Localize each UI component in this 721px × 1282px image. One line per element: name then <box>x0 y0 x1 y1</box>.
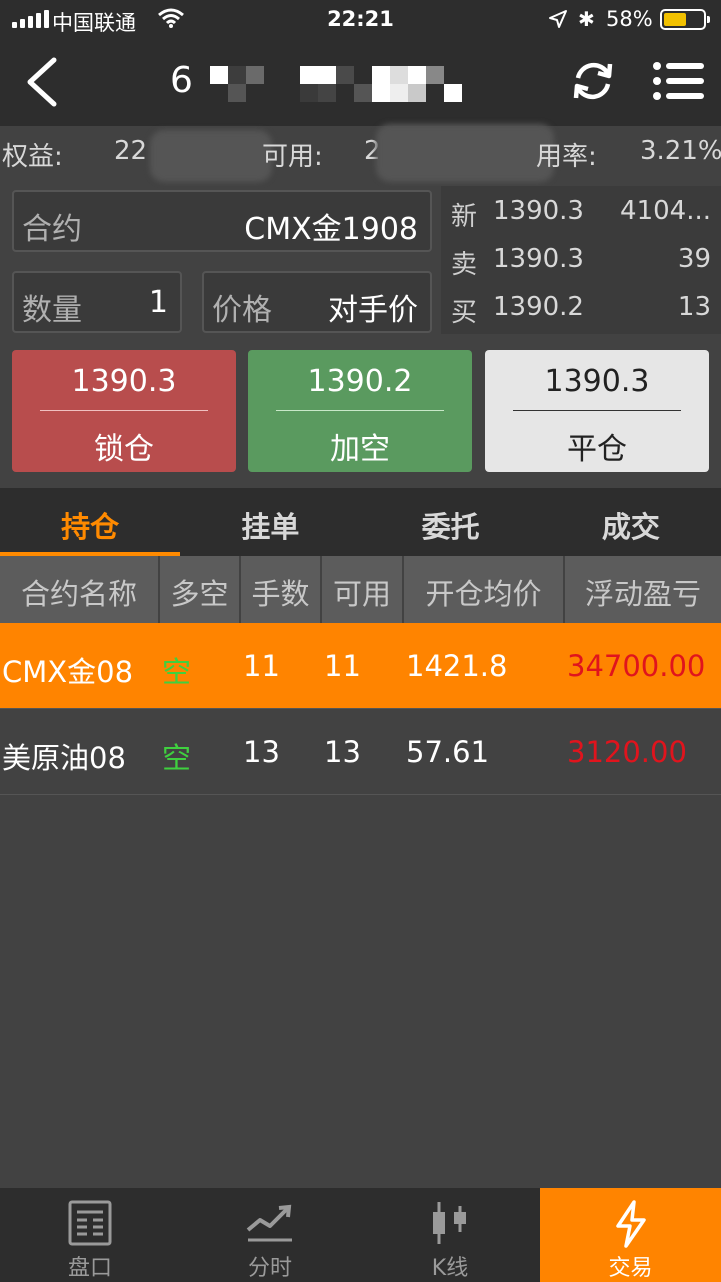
tab-trades[interactable]: 成交 <box>541 488 721 556</box>
bottom-nav: 盘口 分时 K线 交易 <box>0 1188 721 1282</box>
short-label: 加空 <box>330 432 390 467</box>
cell-avg-price: 1421.8 <box>406 649 508 683</box>
quantity-value: 1 <box>148 285 168 320</box>
quote-ask-row: 卖 1390.3 39 <box>441 244 721 284</box>
tab-orders[interactable]: 委托 <box>361 488 541 556</box>
table-header: 合约名称 多空 手数 可用 开仓均价 浮动盈亏 <box>0 556 721 623</box>
status-bar: 中国联通 22:21 ✱ 58% <box>0 0 721 40</box>
equity-label: 权益: <box>2 142 63 172</box>
close-label: 平仓 <box>567 432 627 467</box>
header-contract-name: 合约名称 <box>0 556 160 623</box>
cell-avg-price: 57.61 <box>406 735 490 769</box>
quote-bid-row: 买 1390.2 13 <box>441 292 721 332</box>
nav-orderbook-label: 盘口 <box>67 1256 112 1281</box>
price-field[interactable]: 价格 对手价 <box>202 271 432 333</box>
header-lots: 手数 <box>241 556 322 623</box>
lock-position-button[interactable]: 1390.3 锁仓 <box>12 350 236 472</box>
price-label: 价格 <box>212 293 272 328</box>
cell-available: 11 <box>324 649 361 683</box>
equity-value: 22 <box>114 136 148 166</box>
title-redaction <box>210 66 462 84</box>
divider <box>513 410 681 411</box>
location-arrow-icon <box>549 10 567 28</box>
cell-name: 美原油08 <box>2 741 126 775</box>
ask-volume: 39 <box>677 244 711 274</box>
available-redaction <box>376 124 554 182</box>
lock-label: 锁仓 <box>94 432 154 467</box>
contract-value: CMX金1908 <box>244 212 418 247</box>
header-floating-pnl: 浮动盈亏 <box>584 577 701 611</box>
bid-label: 买 <box>451 298 478 328</box>
tab-positions[interactable]: 持仓 <box>0 488 181 556</box>
bluetooth-icon: ✱ <box>578 7 595 31</box>
trend-chart-icon <box>246 1204 292 1242</box>
price-value: 对手价 <box>328 293 418 328</box>
cell-pnl: 3120.00 <box>567 735 687 769</box>
nav-kline-label: K线 <box>431 1256 469 1281</box>
cell-direction: 空 <box>162 655 192 689</box>
table-row[interactable]: CMX金08 空 11 11 1421.8 34700.00 <box>0 623 721 709</box>
quote-panel: 新 1390.3 4104... 卖 1390.3 39 买 1390.2 13 <box>441 186 721 334</box>
ask-price: 1390.3 <box>493 244 584 274</box>
tab-pending[interactable]: 挂单 <box>180 488 360 556</box>
lock-price: 1390.3 <box>71 364 177 399</box>
cell-lots: 13 <box>243 735 280 769</box>
quantity-field[interactable]: 数量 1 <box>12 271 182 333</box>
add-short-button[interactable]: 1390.2 加空 <box>248 350 472 472</box>
back-arrow-icon[interactable] <box>22 56 62 108</box>
divider <box>276 410 444 411</box>
cell-lots: 11 <box>243 649 280 683</box>
header-available: 可用 <box>322 556 404 623</box>
cell-direction: 空 <box>162 741 192 775</box>
tab-bar: 持仓 挂单 委托 成交 <box>0 488 721 556</box>
close-position-button[interactable]: 1390.3 平仓 <box>485 350 709 472</box>
divider <box>40 410 208 411</box>
account-title: 6 <box>170 60 193 101</box>
usage-label: 用率: <box>536 142 597 172</box>
bid-volume: 13 <box>677 292 711 322</box>
nav-kline[interactable]: K线 <box>360 1188 540 1282</box>
header-avg-price: 开仓均价 <box>404 556 565 623</box>
refresh-icon[interactable] <box>570 58 616 104</box>
contract-select[interactable]: 合约 CMX金1908 <box>12 190 432 252</box>
cell-name: CMX金08 <box>2 655 134 689</box>
nav-trade[interactable]: 交易 <box>540 1188 721 1282</box>
available-label: 可用: <box>262 142 323 172</box>
cell-pnl: 34700.00 <box>567 649 706 683</box>
equity-redaction <box>150 130 272 182</box>
lightning-icon <box>615 1200 646 1248</box>
top-bar: 中国联通 22:21 ✱ 58% 6 <box>0 0 721 126</box>
quantity-label: 数量 <box>22 293 82 328</box>
short-price: 1390.2 <box>307 364 413 399</box>
table-row[interactable]: 美原油08 空 13 13 57.61 3120.00 <box>0 709 721 795</box>
nav-intraday[interactable]: 分时 <box>180 1188 360 1282</box>
nav-orderbook[interactable]: 盘口 <box>0 1188 180 1282</box>
header-direction: 多空 <box>160 556 241 623</box>
orderbook-icon <box>68 1200 112 1246</box>
nav-intraday-label: 分时 <box>247 1256 292 1281</box>
last-volume: 4104... <box>620 196 711 226</box>
close-price: 1390.3 <box>544 364 650 399</box>
nav-trade-label: 交易 <box>608 1256 653 1281</box>
quote-last-row: 新 1390.3 4104... <box>441 196 721 236</box>
cell-available: 13 <box>324 735 361 769</box>
bid-price: 1390.2 <box>493 292 584 322</box>
candlestick-icon <box>433 1202 466 1244</box>
equity-summary: 权益: 22 可用: 2 用率: 3.21% <box>0 124 721 182</box>
last-price: 1390.3 <box>493 196 584 226</box>
last-label: 新 <box>451 202 478 232</box>
battery-percent: 58% <box>606 7 653 31</box>
usage-value: 3.21% <box>640 136 721 166</box>
menu-icon[interactable] <box>652 60 704 102</box>
title-redaction-2 <box>210 84 462 102</box>
battery-icon <box>660 9 710 30</box>
ask-label: 卖 <box>451 250 478 280</box>
contract-label: 合约 <box>22 212 82 247</box>
